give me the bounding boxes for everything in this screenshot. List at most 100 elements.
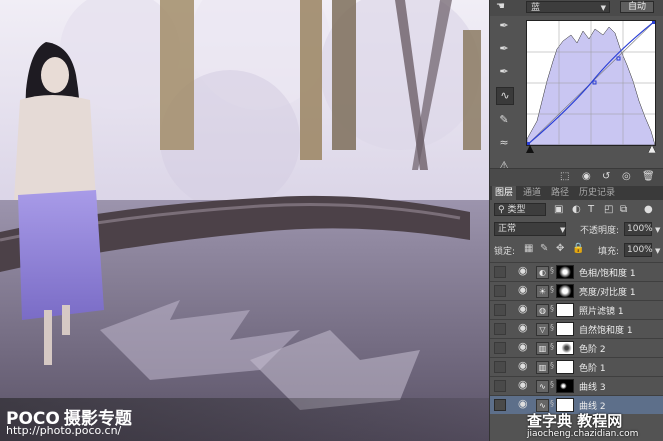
filter-toggle-icon[interactable]: ● <box>644 204 653 215</box>
tab-history[interactable]: 历史记录 <box>576 186 618 200</box>
eye-icon[interactable]: ◉ <box>518 397 528 410</box>
layer-row[interactable]: ◉ ∿ § 曲线 3 <box>490 376 663 395</box>
layer-mask[interactable] <box>556 265 574 279</box>
layer-filter-row: ⚲ 类型 ▣ ◐ T ◰ ⧉ ● <box>494 203 662 218</box>
view-previous-icon[interactable]: ◉ <box>582 171 591 182</box>
eye-icon[interactable]: ◉ <box>518 340 528 353</box>
eye-icon[interactable]: ◉ <box>518 264 528 277</box>
auto-button[interactable]: 自动 <box>620 1 654 13</box>
layer-mask[interactable] <box>556 360 574 374</box>
link-icon[interactable]: § <box>550 380 554 389</box>
layer-row[interactable]: ◉ ▥ § 色阶 2 <box>490 338 663 357</box>
eye-icon[interactable]: ◉ <box>518 321 528 334</box>
layer-row[interactable]: ◉ ◐ § 色相/饱和度 1 <box>490 262 663 281</box>
eye-icon[interactable]: ◉ <box>518 283 528 296</box>
curve-point-icon[interactable]: ∿ <box>496 87 514 105</box>
curves-graph-svg <box>526 20 656 146</box>
blend-mode-select[interactable]: 正常 <box>494 222 566 236</box>
visibility-checkbox[interactable] <box>494 342 506 354</box>
link-icon[interactable]: § <box>550 399 554 408</box>
chevron-down-icon: ▼ <box>600 4 606 12</box>
layer-name: 亮度/对比度 1 <box>579 288 636 298</box>
trash-icon[interactable]: 🗑 <box>642 171 655 182</box>
adjustment-thumb-icon: ◍ <box>536 304 549 317</box>
smooth-icon[interactable]: ≈ <box>496 135 512 151</box>
layer-row[interactable]: ◉ ▽ § 自然饱和度 1 <box>490 319 663 338</box>
filter-adjustment-icon[interactable]: ◐ <box>572 204 581 215</box>
lock-row: 锁定: ▦ ✎ ✥ 🔒 填充: 100% ▼ <box>494 243 662 258</box>
lock-all-icon[interactable]: 🔒 <box>572 243 584 254</box>
visibility-checkbox[interactable] <box>494 285 506 297</box>
eye-icon[interactable]: ◉ <box>518 359 528 372</box>
eye-icon[interactable]: ◉ <box>518 302 528 315</box>
eye-icon[interactable]: ◉ <box>518 378 528 391</box>
lock-position-icon[interactable]: ✥ <box>556 243 564 254</box>
site-watermark-url: jiaocheng.chazidian.com <box>527 429 639 439</box>
fill-input[interactable]: 100% <box>624 243 653 257</box>
lock-transparent-icon[interactable]: ▦ <box>524 243 533 254</box>
chevron-down-icon[interactable]: ▼ <box>655 226 660 234</box>
filter-smart-icon[interactable]: ⧉ <box>620 204 627 215</box>
layer-name: 照片滤镜 1 <box>579 307 624 317</box>
layer-kind-label: 类型 <box>507 205 526 215</box>
blend-mode-value: 正常 <box>498 224 517 234</box>
layer-row[interactable]: ◉ ▥ § 色阶 1 <box>490 357 663 376</box>
site-watermark-name: 查字典 教程网 <box>527 412 623 430</box>
layer-mask[interactable] <box>556 284 574 298</box>
link-icon[interactable]: § <box>550 285 554 294</box>
clip-to-layer-icon[interactable]: ⬚ <box>560 171 569 182</box>
visibility-checkbox[interactable] <box>494 323 506 335</box>
fill-label: 填充: <box>598 247 620 257</box>
chevron-down-icon[interactable]: ▼ <box>655 247 660 255</box>
filter-type-icon[interactable]: T <box>588 204 594 215</box>
curves-header: ☚ 蓝 ▼ 自动 <box>490 0 663 16</box>
filter-pixel-icon[interactable]: ▣ <box>554 204 563 215</box>
link-icon[interactable]: § <box>550 342 554 351</box>
curves-tools: ✒ ✒ ✒ ∿ ✎ ≈ ⚠ <box>496 18 518 181</box>
link-icon[interactable]: § <box>550 361 554 370</box>
channel-select[interactable]: 蓝 ▼ <box>526 1 610 13</box>
visibility-checkbox[interactable] <box>494 304 506 316</box>
link-icon[interactable]: § <box>550 304 554 313</box>
opacity-input[interactable]: 100% <box>624 222 653 236</box>
properties-panel: ☚ 蓝 ▼ 自动 ✒ ✒ ✒ ∿ ✎ ≈ ⚠ ⬚ ◉ ↺ ◎ 🗑 图层 通道 路… <box>489 0 663 441</box>
white-point-slider <box>647 145 656 153</box>
visibility-checkbox[interactable] <box>494 380 506 392</box>
visibility-icon[interactable]: ◎ <box>622 171 631 182</box>
layer-row[interactable]: ◉ ☀ § 亮度/对比度 1 <box>490 281 663 300</box>
lock-image-icon[interactable]: ✎ <box>540 243 548 254</box>
curves-graph[interactable] <box>526 20 656 146</box>
eyedropper-gray-icon[interactable]: ✒ <box>496 41 512 57</box>
layer-kind-select[interactable]: ⚲ 类型 <box>494 203 546 216</box>
opacity-label: 不透明度: <box>580 226 620 236</box>
layer-mask[interactable] <box>556 379 574 393</box>
tab-channels[interactable]: 通道 <box>520 186 544 200</box>
layer-mask[interactable] <box>556 322 574 336</box>
layer-name: 曲线 3 <box>579 383 606 393</box>
adjustment-thumb-icon: ∿ <box>536 380 549 393</box>
photo-canvas[interactable] <box>0 0 489 441</box>
visibility-checkbox[interactable] <box>494 266 506 278</box>
layer-mask[interactable] <box>556 303 574 317</box>
pencil-icon[interactable]: ✎ <box>496 112 512 128</box>
visibility-checkbox[interactable] <box>494 361 506 373</box>
panel-footer: ⬚ ◉ ↺ ◎ 🗑 <box>490 168 663 187</box>
layer-row[interactable]: ◉ ◍ § 照片滤镜 1 <box>490 300 663 319</box>
adjustment-thumb-icon: ▽ <box>536 323 549 336</box>
eyedropper-black-icon[interactable]: ✒ <box>496 18 512 34</box>
tab-paths[interactable]: 路径 <box>548 186 572 200</box>
eyedropper-white-icon[interactable]: ✒ <box>496 64 512 80</box>
layer-name: 色相/饱和度 1 <box>579 269 636 279</box>
watermark-url: http://photo.poco.cn/ <box>6 424 122 437</box>
layer-name: 色阶 2 <box>579 345 606 355</box>
link-icon[interactable]: § <box>550 323 554 332</box>
blend-row: 正常 ▼ 不透明度: 100% ▼ <box>494 222 662 237</box>
input-sliders[interactable] <box>526 145 656 153</box>
reset-icon[interactable]: ↺ <box>602 171 610 182</box>
filter-shape-icon[interactable]: ◰ <box>604 204 613 215</box>
link-icon[interactable]: § <box>550 266 554 275</box>
tab-layers[interactable]: 图层 <box>492 186 517 200</box>
layer-mask[interactable] <box>556 341 574 355</box>
visibility-checkbox[interactable] <box>494 399 506 411</box>
hand-icon[interactable]: ☚ <box>496 1 505 12</box>
